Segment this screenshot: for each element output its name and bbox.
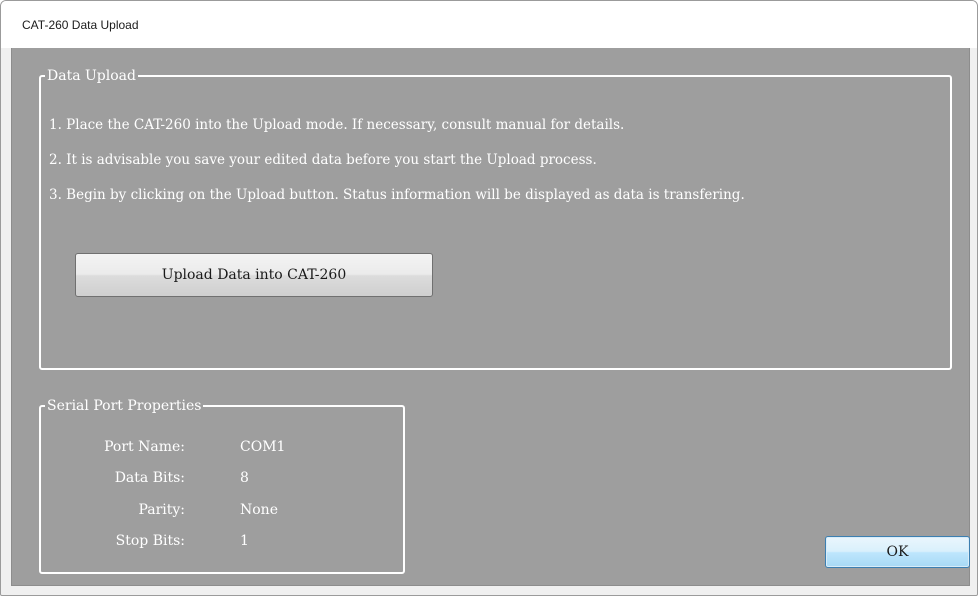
- data-upload-group: Data Upload 1. Place the CAT-260 into th…: [39, 67, 952, 370]
- data-bits-value: 8: [240, 470, 249, 486]
- serial-port-properties-legend: Serial Port Properties: [45, 397, 204, 415]
- data-bits-label: Data Bits:: [114, 470, 185, 486]
- upload-data-button[interactable]: Upload Data into CAT-260: [75, 253, 433, 297]
- window-title: CAT-260 Data Upload: [22, 18, 139, 32]
- port-name-label: Port Name:: [104, 439, 185, 455]
- upload-dialog-window: CAT-260 Data Upload Data Upload 1. Place…: [0, 0, 978, 596]
- stop-bits-label: Stop Bits:: [115, 533, 185, 549]
- dialog-client-area: Data Upload 1. Place the CAT-260 into th…: [11, 48, 970, 586]
- data-upload-legend: Data Upload: [45, 67, 138, 85]
- serial-port-properties-group: Serial Port Properties Port Name: COM1 D…: [39, 397, 405, 574]
- title-bar[interactable]: CAT-260 Data Upload: [1, 1, 977, 48]
- instruction-step-2: 2. It is advisable you save your edited …: [49, 152, 597, 168]
- parity-value: None: [240, 502, 278, 518]
- stop-bits-value: 1: [240, 533, 249, 549]
- instruction-step-3: 3. Begin by clicking on the Upload butto…: [49, 187, 745, 203]
- parity-label: Parity:: [138, 502, 185, 518]
- instruction-step-1: 1. Place the CAT-260 into the Upload mod…: [49, 117, 625, 133]
- port-name-value: COM1: [240, 439, 286, 455]
- ok-button[interactable]: OK: [825, 536, 970, 568]
